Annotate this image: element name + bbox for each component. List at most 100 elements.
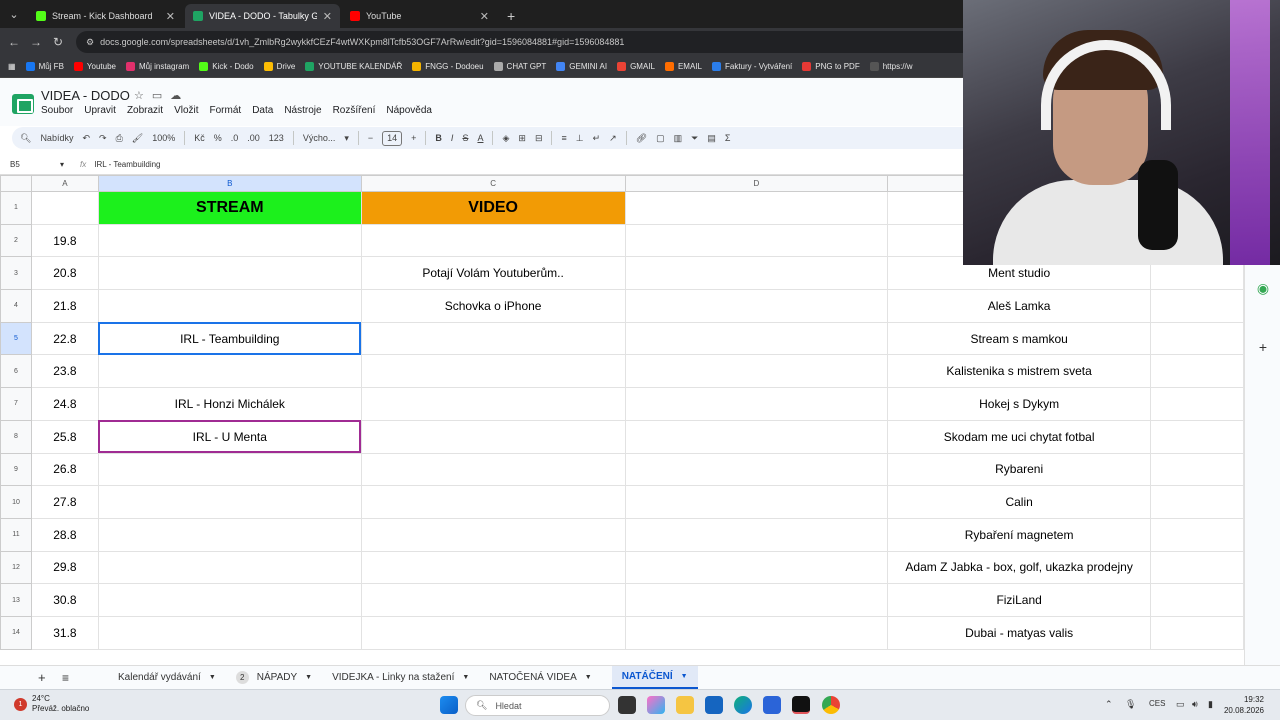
sheet-tab-download-links[interactable]: VIDEJKA - Linky na stažení ▼ <box>332 672 469 683</box>
edge-icon[interactable] <box>734 696 752 714</box>
zoom-select[interactable]: 100% <box>152 133 175 143</box>
cell[interactable] <box>1150 321 1244 356</box>
menu-format[interactable]: Formát <box>210 105 242 116</box>
bookmark-email[interactable]: EMAIL <box>664 62 702 71</box>
date-cell[interactable]: 24.8 <box>30 387 99 421</box>
network-icon[interactable]: ▭ <box>1176 699 1185 710</box>
stream-cell[interactable] <box>97 485 362 519</box>
bookmark-png-to-pdf[interactable]: PNG to PDF <box>802 62 860 71</box>
chrome-icon[interactable] <box>822 696 840 714</box>
task-view-icon[interactable] <box>618 696 636 714</box>
stream-header-cell[interactable]: STREAM <box>97 191 362 225</box>
microphone-icon[interactable]: 🎙︎ <box>1125 699 1136 710</box>
idea-cell[interactable]: Rybaření magnetem <box>887 517 1152 552</box>
language-indicator[interactable]: CES <box>1149 699 1165 708</box>
bookmark-kick[interactable]: Kick - Dodo <box>199 62 254 71</box>
video-cell[interactable] <box>360 615 626 650</box>
video-cell[interactable] <box>360 387 626 421</box>
star-icon[interactable]: ☆ <box>134 89 144 102</box>
vertical-align-icon[interactable]: ⊥ <box>576 133 584 144</box>
sheets-logo-icon[interactable] <box>12 94 34 114</box>
cell[interactable] <box>624 191 889 225</box>
system-clock[interactable]: 19:32 20.08.2026 <box>1224 694 1264 716</box>
stream-cell[interactable] <box>97 583 362 617</box>
row-header[interactable]: 5 <box>0 321 32 356</box>
video-header-cell[interactable]: VIDEO <box>360 191 626 225</box>
tab-search-icon[interactable]: ⌄ <box>0 0 28 28</box>
insert-link-icon[interactable]: 🔗︎ <box>636 133 647 144</box>
forward-icon[interactable]: → <box>28 34 44 50</box>
menu-insert[interactable]: Vložit <box>174 105 198 116</box>
cell[interactable] <box>624 517 889 552</box>
close-tab-icon[interactable]: ✕ <box>480 10 489 23</box>
menu-view[interactable]: Zobrazit <box>127 105 163 116</box>
video-cell[interactable]: Schovka o iPhone <box>360 289 626 323</box>
cell[interactable] <box>1150 289 1244 323</box>
formula-input[interactable]: IRL - Teambuilding <box>94 160 160 169</box>
row-header[interactable]: 14 <box>0 615 32 650</box>
site-info-icon[interactable]: ⚙ <box>86 37 94 48</box>
cell[interactable] <box>1150 615 1244 650</box>
cell[interactable] <box>624 550 889 585</box>
cell[interactable] <box>624 452 889 487</box>
outlook-icon[interactable] <box>705 696 723 714</box>
cell[interactable] <box>1150 550 1244 585</box>
menu-extensions[interactable]: Rozšíření <box>333 105 376 116</box>
menu-search-label[interactable]: Nabídky <box>40 133 73 143</box>
text-rotation-icon[interactable]: ↗ <box>609 133 617 144</box>
tray-overflow-icon[interactable]: ⌃ <box>1105 699 1113 710</box>
cell[interactable] <box>624 615 889 650</box>
font-size-decrease-icon[interactable]: − <box>368 133 373 143</box>
cell[interactable] <box>624 289 889 323</box>
insert-chart-icon[interactable]: ▥ <box>674 133 683 144</box>
column-header-c[interactable]: C <box>360 175 626 192</box>
stream-cell[interactable] <box>97 452 362 487</box>
volume-icon[interactable]: 🔊︎ <box>1192 699 1198 710</box>
row-header[interactable]: 12 <box>0 550 32 585</box>
all-sheets-icon[interactable]: ≡ <box>62 671 69 685</box>
video-cell[interactable] <box>360 321 626 356</box>
date-cell[interactable]: 31.8 <box>30 615 99 650</box>
new-tab-button[interactable]: + <box>499 4 523 28</box>
column-header-b[interactable]: B <box>97 175 362 192</box>
date-cell[interactable]: 23.8 <box>30 354 99 389</box>
number-format-button[interactable]: 123 <box>269 133 284 143</box>
date-cell[interactable]: 25.8 <box>30 419 99 454</box>
bookmark-faktury[interactable]: Faktury - Vytváření <box>711 62 792 71</box>
store-icon[interactable] <box>763 696 781 714</box>
sheet-tab-filming[interactable]: NATÁČENÍ ▼ <box>611 666 698 689</box>
date-cell[interactable]: 30.8 <box>30 583 99 617</box>
idea-cell[interactable]: Skodam me uci chytat fotbal <box>887 419 1152 454</box>
horizontal-align-icon[interactable]: ≡ <box>561 133 566 143</box>
row-header[interactable]: 3 <box>0 256 32 291</box>
cell[interactable] <box>30 191 99 225</box>
battery-icon[interactable]: ▮ <box>1208 699 1213 710</box>
fill-color-icon[interactable]: ◈ <box>502 133 509 144</box>
filter-views-icon[interactable]: ▤ <box>707 133 716 144</box>
strikethrough-button[interactable]: S <box>462 133 468 143</box>
video-cell[interactable] <box>360 550 626 585</box>
start-icon[interactable] <box>440 696 458 714</box>
bookmark-gmail[interactable]: GMAIL <box>617 62 655 71</box>
row-header[interactable]: 11 <box>0 517 32 552</box>
stream-cell[interactable] <box>97 289 362 323</box>
weather-widget[interactable]: 1 24°C Převáž. oblačno <box>14 694 89 714</box>
video-cell[interactable] <box>360 517 626 552</box>
cell[interactable] <box>1150 354 1244 389</box>
column-header-a[interactable]: A <box>30 175 99 192</box>
stream-cell[interactable] <box>97 223 362 258</box>
date-cell[interactable]: 29.8 <box>30 550 99 585</box>
menu-help[interactable]: Nápověda <box>386 105 432 116</box>
bookmark-instagram[interactable]: Můj instagram <box>125 62 189 71</box>
chevron-down-icon[interactable]: ▾ <box>344 133 349 144</box>
copilot-icon[interactable] <box>647 696 665 714</box>
sheet-tab-ideas[interactable]: 2 NÁPADY ▼ <box>235 671 312 684</box>
row-header[interactable]: 6 <box>0 354 32 389</box>
close-tab-icon[interactable]: ✕ <box>323 10 332 23</box>
menu-tools[interactable]: Nástroje <box>284 105 321 116</box>
idea-cell[interactable]: Rybareni <box>887 452 1152 487</box>
stream-cell[interactable]: IRL - Honzi Michálek <box>97 387 362 421</box>
idea-cell[interactable]: Dubai - matyas valis <box>887 615 1152 650</box>
borders-icon[interactable]: ⊞ <box>518 133 526 144</box>
functions-icon[interactable]: Σ <box>725 133 731 143</box>
